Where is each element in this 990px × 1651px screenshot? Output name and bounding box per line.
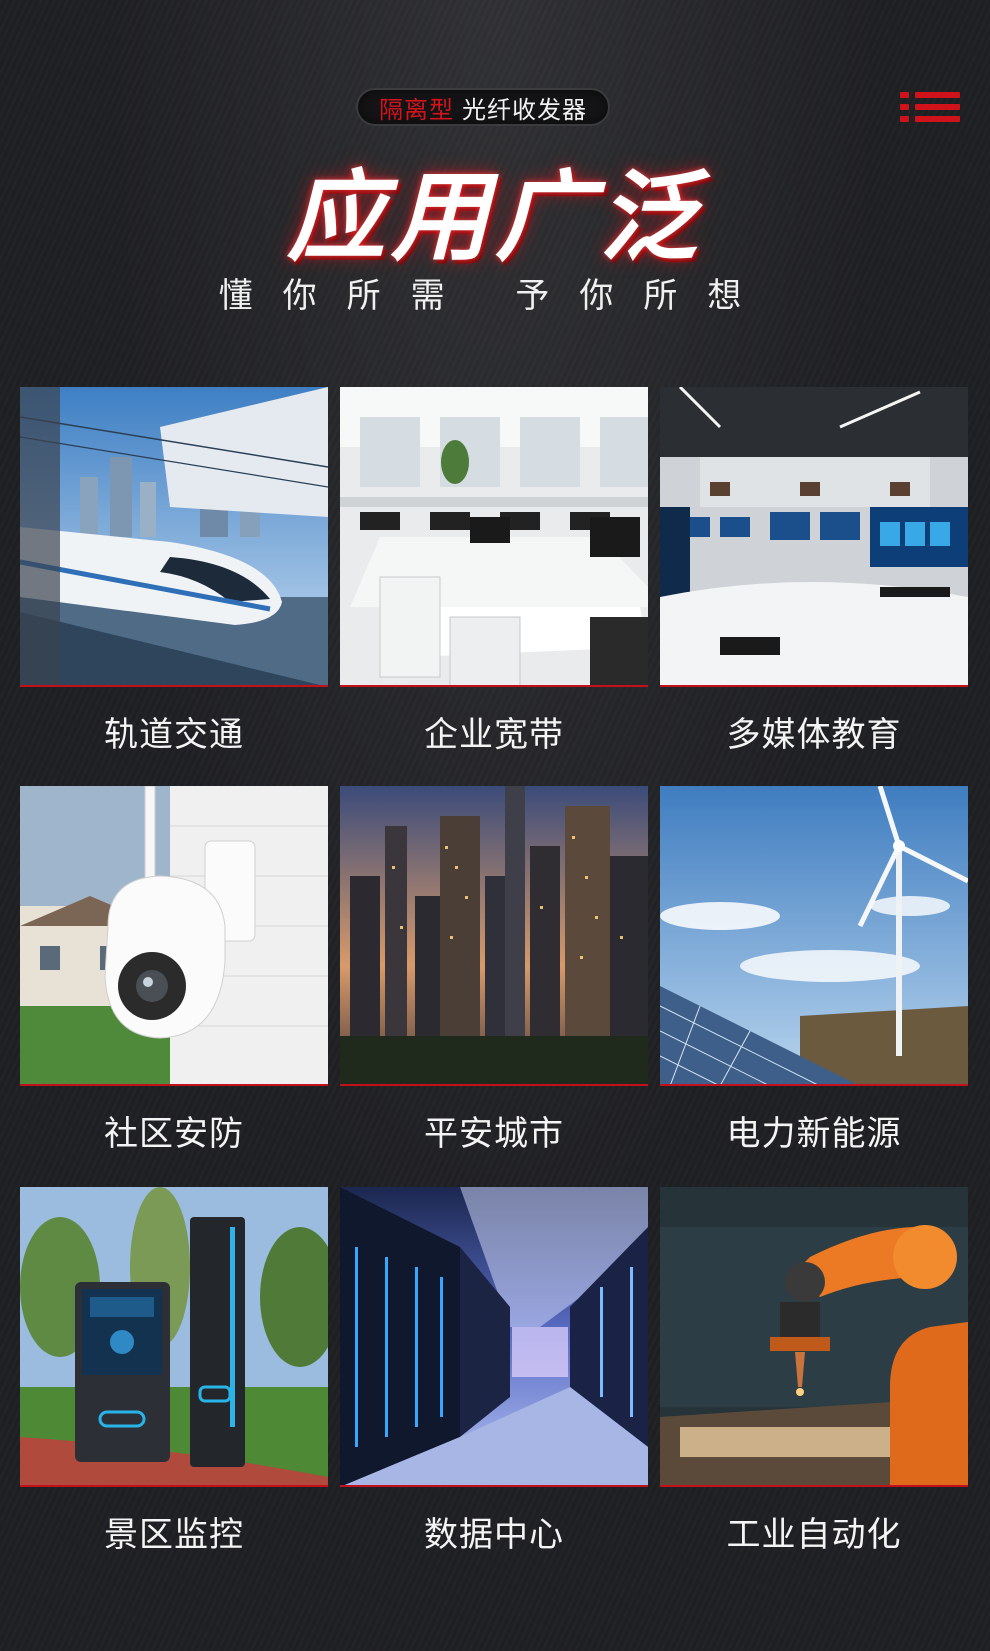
server-room-photo: [340, 1187, 648, 1487]
multimedia-classroom-photo: [660, 387, 968, 687]
application-label: 企业宽带: [424, 715, 564, 755]
product-badge: 隔离型 光纤收发器: [356, 88, 610, 126]
application-label: 轨道交通: [104, 715, 244, 755]
application-label: 工业自动化: [726, 1515, 902, 1555]
application-label: 社区安防: [104, 1114, 244, 1154]
page: 隔离型 光纤收发器 应用广泛 懂你所需 予你所想 轨道交通 企业宽带 多媒体教育…: [0, 0, 990, 1651]
city-skyline-photo: [340, 786, 648, 1086]
high-speed-train-photo: [20, 387, 328, 687]
list-menu-icon[interactable]: [900, 92, 960, 122]
scenic-kiosk-photo: [20, 1187, 328, 1487]
wind-solar-power-photo: [660, 786, 968, 1086]
application-label: 电力新能源: [726, 1114, 902, 1154]
page-subtitle: 懂你所需 予你所想: [218, 276, 772, 316]
security-camera-photo: [20, 786, 328, 1086]
page-title: 应用广泛: [286, 161, 703, 275]
industrial-robot-arm-photo: [660, 1187, 968, 1487]
application-label: 景区监控: [104, 1515, 244, 1555]
badge-tag: 隔离型: [379, 95, 454, 124]
application-label: 平安城市: [424, 1114, 564, 1154]
office-workspace-photo: [340, 387, 648, 687]
badge-product-name: 光纤收发器: [462, 95, 587, 124]
application-label: 多媒体教育: [726, 715, 902, 755]
application-label: 数据中心: [424, 1515, 564, 1555]
